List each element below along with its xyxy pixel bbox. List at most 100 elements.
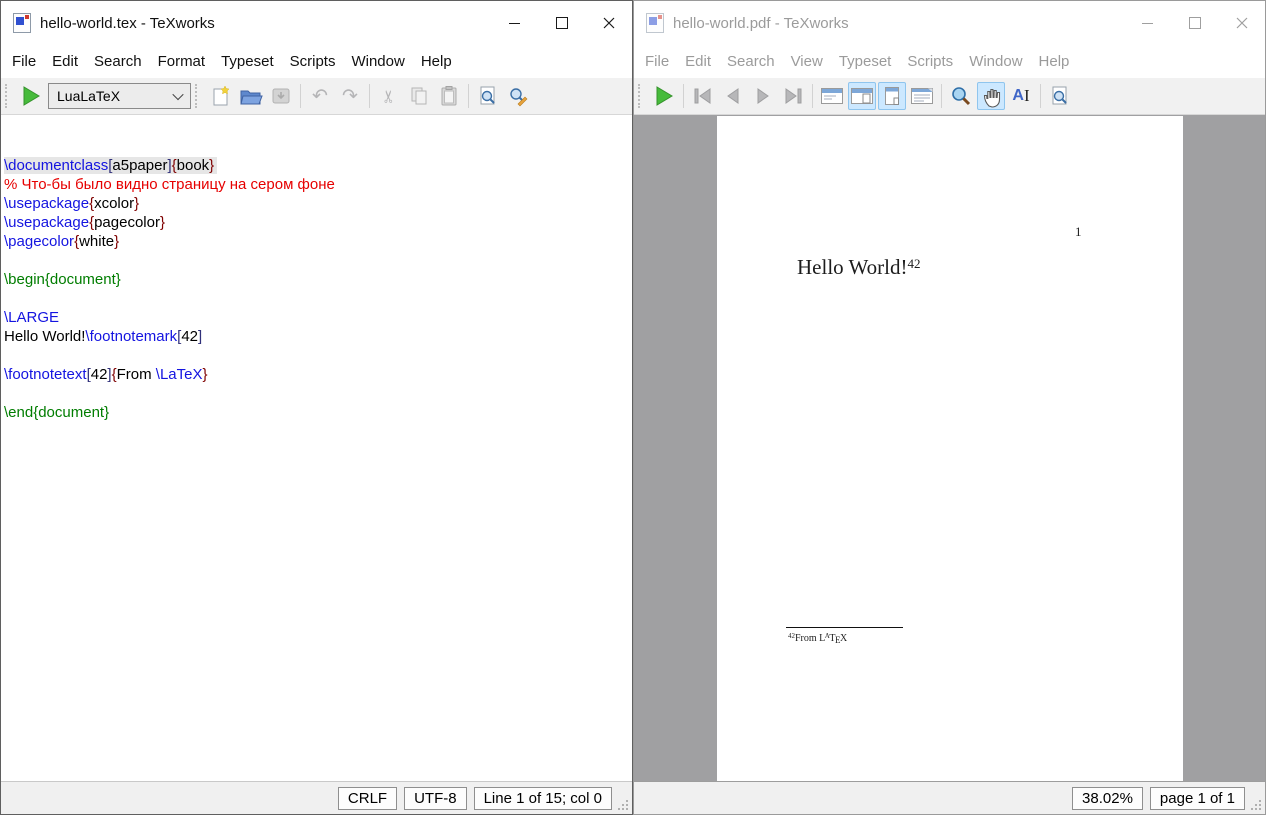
actual-size-icon — [880, 86, 904, 106]
menu-file[interactable]: File — [4, 49, 44, 74]
first-page-icon — [691, 86, 715, 106]
close-icon — [1236, 17, 1248, 29]
text-select-tool-button[interactable]: AI — [1007, 82, 1035, 110]
code-line-8[interactable] — [4, 289, 632, 308]
close-button[interactable] — [1218, 1, 1265, 45]
line-ending-button[interactable]: CRLF — [338, 787, 397, 810]
first-page-button[interactable] — [689, 82, 717, 110]
typeset-run-button[interactable] — [650, 82, 678, 110]
next-page-icon — [751, 86, 775, 106]
editor-titlebar[interactable]: hello-world.tex - TeXworks — [1, 1, 632, 45]
menu-scripts[interactable]: Scripts — [282, 49, 344, 74]
menu-window[interactable]: Window — [343, 49, 412, 74]
new-document-button[interactable] — [207, 82, 235, 110]
code-line-9[interactable]: \LARGE — [4, 308, 632, 327]
fit-to-window-icon — [850, 86, 874, 106]
zoom-level-button[interactable]: 38.02% — [1072, 787, 1143, 810]
code-line-10[interactable]: Hello World!\footnotemark[42] — [4, 327, 632, 346]
menu-search[interactable]: Search — [719, 49, 783, 74]
replace-button[interactable] — [504, 82, 532, 110]
editor-toolbar: LuaLaTeX — [1, 78, 632, 115]
resize-grip[interactable] — [1259, 808, 1261, 810]
texworks-doc-icon — [13, 13, 31, 33]
fit-to-width-icon — [820, 86, 844, 106]
minimize-button[interactable] — [491, 1, 538, 45]
pdf-footnote: 42From LATEX — [788, 632, 847, 644]
cursor-position-button[interactable]: Line 1 of 15; col 0 — [474, 787, 612, 810]
code-line-15[interactable] — [4, 422, 632, 441]
last-page-button[interactable] — [779, 82, 807, 110]
previous-page-icon — [721, 86, 745, 106]
menu-help[interactable]: Help — [413, 49, 460, 74]
redo-icon: ↷ — [342, 87, 358, 106]
pdf-window-title: hello-world.pdf - TeXworks — [673, 15, 849, 32]
menu-typeset[interactable]: Typeset — [213, 49, 282, 74]
close-button[interactable] — [585, 1, 632, 45]
maximize-icon — [556, 17, 568, 29]
cut-button[interactable]: ✂ — [375, 82, 403, 110]
code-line-11[interactable] — [4, 346, 632, 365]
typeset-run-button[interactable] — [17, 82, 45, 110]
pdf-viewport[interactable]: 1 Hello World!42 42From LATEX — [634, 115, 1265, 781]
engine-select[interactable]: LuaLaTeX — [48, 83, 191, 109]
pdf-toolbar: AI — [634, 78, 1265, 115]
encoding-button[interactable]: UTF-8 — [404, 787, 467, 810]
menu-view[interactable]: View — [783, 49, 831, 74]
menu-window[interactable]: Window — [961, 49, 1030, 74]
paste-icon — [438, 85, 460, 107]
open-folder-icon — [239, 85, 263, 107]
undo-button[interactable]: ↶ — [306, 82, 334, 110]
find-button[interactable] — [1046, 82, 1074, 110]
copy-icon — [408, 85, 430, 107]
code-line-2[interactable]: % Что-бы было видно страницу на сером фо… — [4, 175, 632, 194]
find-button[interactable] — [474, 82, 502, 110]
menu-search[interactable]: Search — [86, 49, 150, 74]
pdf-titlebar[interactable]: hello-world.pdf - TeXworks — [634, 1, 1265, 45]
window-controls — [1124, 1, 1265, 45]
paste-button[interactable] — [435, 82, 463, 110]
menu-file[interactable]: File — [637, 49, 677, 74]
fit-to-width-button[interactable] — [818, 82, 846, 110]
code-line-7[interactable]: \begin{document} — [4, 270, 632, 289]
hand-icon — [979, 84, 1003, 108]
actual-size-button[interactable] — [878, 82, 906, 110]
code-line-6[interactable] — [4, 251, 632, 270]
menu-scripts[interactable]: Scripts — [899, 49, 961, 74]
fit-to-text-width-button[interactable] — [908, 82, 936, 110]
zoom-tool-button[interactable] — [947, 82, 975, 110]
resize-grip[interactable] — [626, 808, 628, 810]
code-line-4[interactable]: \usepackage{pagecolor} — [4, 213, 632, 232]
menu-edit[interactable]: Edit — [44, 49, 86, 74]
fit-to-text-width-icon — [910, 86, 934, 106]
source-editor[interactable]: \documentclass[a5paper]{book}% Что-бы бы… — [1, 115, 632, 781]
toolbar-drag-handle[interactable] — [638, 84, 644, 108]
minimize-button[interactable] — [1124, 1, 1171, 45]
menu-help[interactable]: Help — [1031, 49, 1078, 74]
maximize-button[interactable] — [1171, 1, 1218, 45]
menu-format[interactable]: Format — [150, 49, 214, 74]
toolbar-drag-handle[interactable] — [5, 84, 11, 108]
hand-tool-button[interactable] — [977, 82, 1005, 110]
menu-typeset[interactable]: Typeset — [831, 49, 900, 74]
code-line-14[interactable]: \end{document} — [4, 403, 632, 422]
code-line-12[interactable]: \footnotetext[42]{From \LaTeX} — [4, 365, 632, 384]
code-line-1[interactable]: \documentclass[a5paper]{book} — [4, 156, 632, 175]
editor-lines: \documentclass[a5paper]{book}% Что-бы бы… — [4, 156, 632, 441]
redo-button[interactable]: ↷ — [336, 82, 364, 110]
maximize-button[interactable] — [538, 1, 585, 45]
open-button[interactable] — [237, 82, 265, 110]
editor-window-title: hello-world.tex - TeXworks — [40, 15, 215, 32]
next-page-button[interactable] — [749, 82, 777, 110]
code-line-3[interactable]: \usepackage{xcolor} — [4, 194, 632, 213]
copy-button[interactable] — [405, 82, 433, 110]
toolbar-drag-handle[interactable] — [195, 84, 201, 108]
previous-page-button[interactable] — [719, 82, 747, 110]
code-line-5[interactable]: \pagecolor{white} — [4, 232, 632, 251]
page-indicator-button[interactable]: page 1 of 1 — [1150, 787, 1245, 810]
save-button[interactable] — [267, 82, 295, 110]
menu-edit[interactable]: Edit — [677, 49, 719, 74]
text-cursor-icon: I — [1024, 86, 1030, 106]
cut-icon: ✂ — [381, 89, 398, 103]
code-line-13[interactable] — [4, 384, 632, 403]
fit-to-window-button[interactable] — [848, 82, 876, 110]
